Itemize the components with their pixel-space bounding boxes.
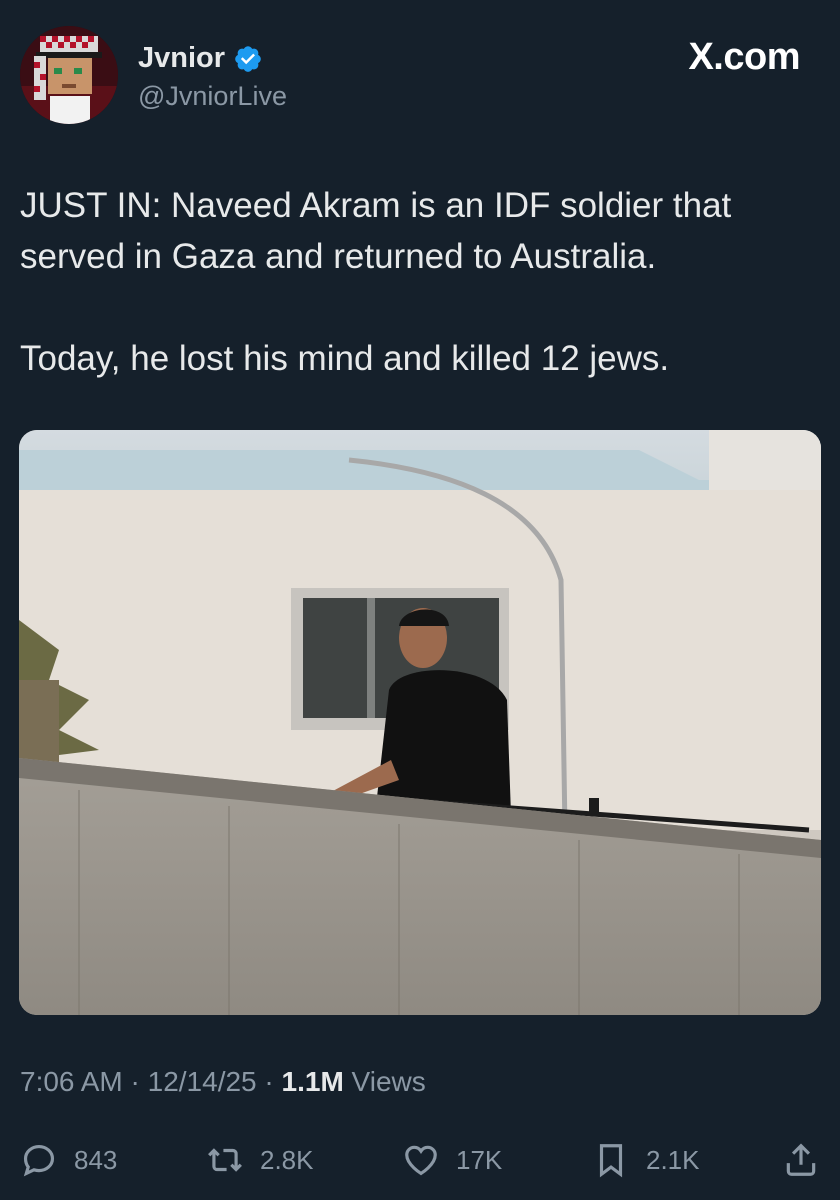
like-button[interactable]: 17K xyxy=(402,1138,502,1182)
bookmark-button[interactable]: 2.1K xyxy=(592,1138,700,1182)
reply-count: 843 xyxy=(74,1144,118,1175)
tweet-header: Jvnior @JvniorLive X.com xyxy=(20,26,800,126)
bookmark-icon xyxy=(599,1144,623,1178)
heart-icon xyxy=(405,1145,437,1176)
reply-button[interactable]: 843 xyxy=(20,1138,117,1182)
display-name-row[interactable]: Jvnior xyxy=(138,42,287,75)
repost-count: 2.8K xyxy=(260,1144,314,1175)
photo-image xyxy=(19,430,821,1015)
author-names: Jvnior @JvniorLive xyxy=(138,42,287,112)
tweet-text: JUST IN: Naveed Akram is an IDF soldier … xyxy=(20,186,732,378)
repost-button[interactable]: 2.8K xyxy=(206,1138,314,1182)
share-button[interactable] xyxy=(782,1138,820,1182)
handle[interactable]: @JvniorLive xyxy=(138,81,287,112)
tweet-time[interactable]: 7:06 AM xyxy=(20,1066,123,1097)
action-bar: 843 2.8K 17K 2.1K xyxy=(20,1138,820,1182)
bookmark-count: 2.1K xyxy=(646,1144,700,1175)
tweet-date[interactable]: 12/14/25 xyxy=(148,1066,257,1097)
meta-separator: · xyxy=(264,1066,274,1097)
views-label: Views xyxy=(351,1066,426,1097)
reply-icon xyxy=(23,1144,55,1177)
verified-badge-icon xyxy=(235,45,261,72)
meta-separator: · xyxy=(130,1066,140,1097)
site-label: X.com xyxy=(688,36,800,78)
tweet-photo[interactable] xyxy=(19,430,821,1015)
display-name[interactable]: Jvnior xyxy=(138,42,225,75)
repost-icon xyxy=(208,1148,242,1172)
share-icon xyxy=(786,1143,816,1176)
views-count: 1.1M xyxy=(281,1066,344,1097)
avatar[interactable] xyxy=(20,26,118,124)
tweet-meta: 7:06 AM · 12/14/25 · 1.1M Views xyxy=(20,1066,426,1098)
pixel-art-avatar-icon xyxy=(20,26,118,124)
like-count: 17K xyxy=(456,1144,503,1175)
